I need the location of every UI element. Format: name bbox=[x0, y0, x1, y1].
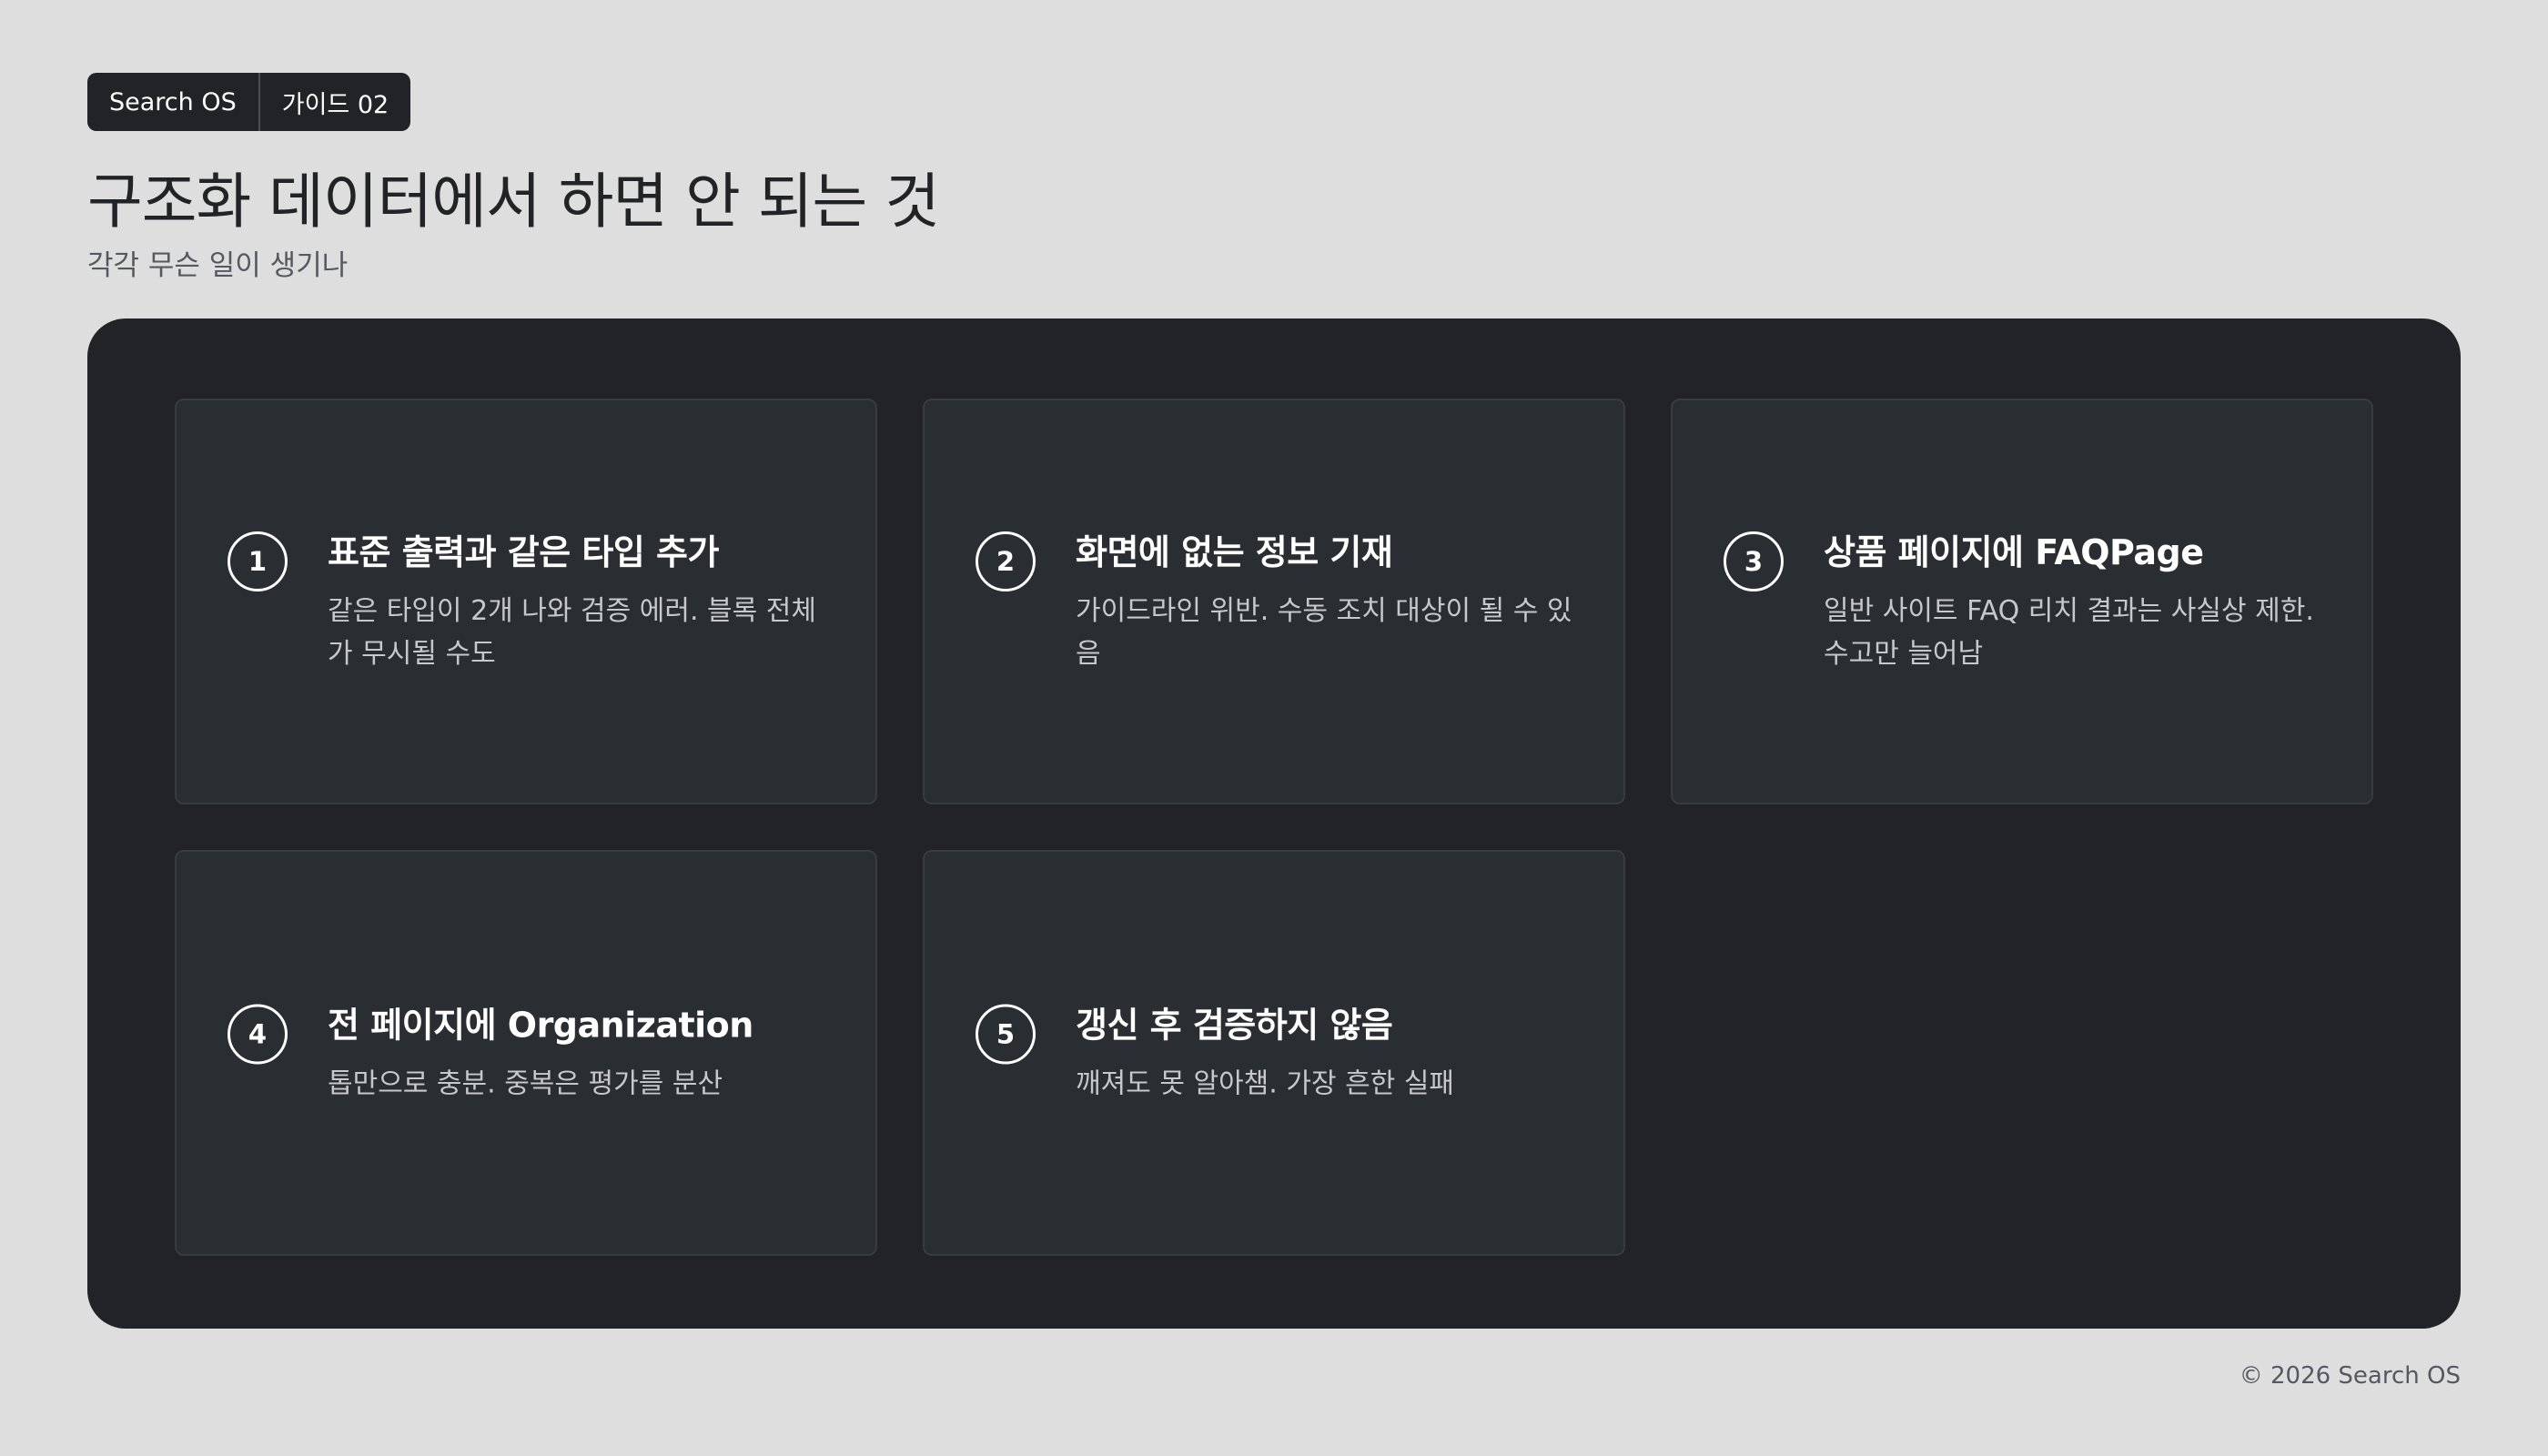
breadcrumb: Search OS 가이드 02 bbox=[87, 73, 411, 131]
card-description: 톱만으로 충분. 중복은 평가를 분산 bbox=[328, 1067, 723, 1100]
step-number-5: 5 bbox=[976, 1004, 1036, 1065]
card-3: 3 상품 페이지에 FAQPage 일반 사이트 FAQ 리치 결과는 사실상 … bbox=[1671, 399, 2373, 804]
card-description: 일반 사이트 FAQ 리치 결과는 사실상 제한. 수고만 늘어남 bbox=[1824, 595, 2314, 670]
card-5: 5 갱신 후 검증하지 않음 깨져도 못 알아챔. 가장 흔한 실패 bbox=[923, 850, 1625, 1256]
footer-copyright: © 2026 Search OS bbox=[2239, 1362, 2461, 1390]
step-number-4: 4 bbox=[228, 1004, 288, 1065]
card-title: 화면에 없는 정보 기재 bbox=[1076, 532, 1393, 572]
breadcrumb-brand[interactable]: Search OS bbox=[87, 73, 258, 131]
page-title: 구조화 데이터에서 하면 안 되는 것 bbox=[87, 167, 940, 237]
card-description: 깨져도 못 알아챔. 가장 흔한 실패 bbox=[1076, 1067, 1455, 1100]
card-title: 전 페이지에 Organization bbox=[328, 1005, 753, 1046]
step-number-3: 3 bbox=[1724, 531, 1784, 592]
card-2: 2 화면에 없는 정보 기재 가이드라인 위반. 수동 조치 대상이 될 수 있… bbox=[923, 399, 1625, 804]
cards-panel: 1 표준 출력과 같은 타입 추가 같은 타입이 2개 나와 검증 에러. 블록… bbox=[87, 318, 2461, 1329]
step-number-2: 2 bbox=[976, 531, 1036, 592]
card-title: 상품 페이지에 FAQPage bbox=[1824, 532, 2204, 572]
card-4: 4 전 페이지에 Organization 톱만으로 충분. 중복은 평가를 분… bbox=[175, 850, 877, 1256]
card-description: 같은 타입이 2개 나와 검증 에러. 블록 전체가 무시될 수도 bbox=[328, 595, 816, 670]
breadcrumb-guide[interactable]: 가이드 02 bbox=[258, 73, 410, 131]
page-subtitle: 각각 무슨 일이 생기나 bbox=[87, 249, 349, 282]
card-title: 표준 출력과 같은 타입 추가 bbox=[328, 532, 719, 572]
step-number-1: 1 bbox=[228, 531, 288, 592]
card-title: 갱신 후 검증하지 않음 bbox=[1076, 1005, 1393, 1046]
card-description: 가이드라인 위반. 수동 조치 대상이 될 수 있음 bbox=[1076, 595, 1572, 670]
card-1: 1 표준 출력과 같은 타입 추가 같은 타입이 2개 나와 검증 에러. 블록… bbox=[175, 399, 877, 804]
